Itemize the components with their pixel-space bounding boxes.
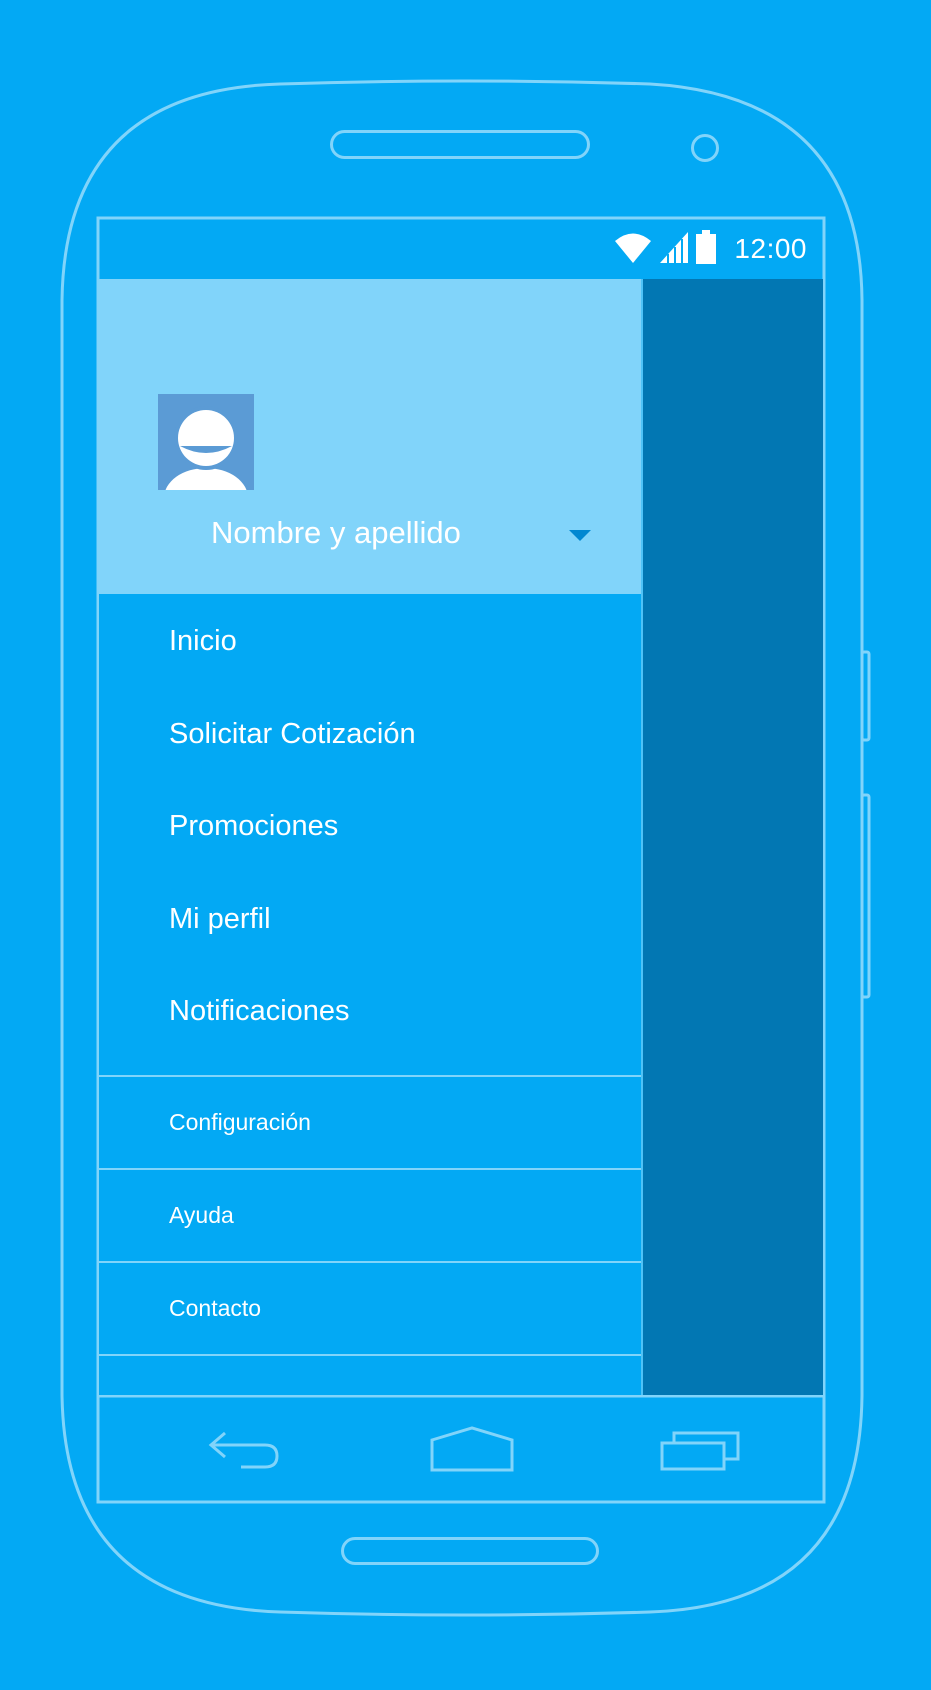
nav-item-contacto[interactable]: Contacto [99,1263,641,1356]
caret-down-icon[interactable] [569,530,591,541]
nav-item-configuracion[interactable]: Configuración [99,1077,641,1170]
home-icon[interactable] [412,1397,532,1500]
nav-item-label: Configuración [169,1109,311,1135]
nav-item-promociones[interactable]: Promociones [99,781,641,874]
signal-icon [658,230,690,269]
navigation-drawer: Nombre y apellido Inicio Solicitar Cotiz… [99,279,643,1395]
nav-item-ayuda[interactable]: Ayuda [99,1170,641,1263]
status-time: 12:00 [734,233,807,264]
primary-nav: Inicio Solicitar Cotización Promociones … [99,594,641,1077]
wifi-icon [614,230,652,269]
nav-item-label: Solicitar Cotización [169,717,416,750]
nav-item-label: Inicio [169,624,237,657]
status-icons: 12:00 [614,219,807,279]
recents-icon[interactable] [640,1397,760,1500]
screen: Nombre y apellido Inicio Solicitar Cotiz… [99,279,823,1395]
bottom-speaker [341,1537,599,1565]
nav-item-label: Contacto [169,1295,262,1321]
nav-item-label: Mi perfil [169,902,271,935]
battery-icon [696,229,717,269]
nav-item-inicio[interactable]: Inicio [99,594,641,688]
avatar-icon[interactable] [158,394,254,490]
earpiece [330,130,590,159]
nav-item-notificaciones[interactable]: Notificaciones [99,966,641,1059]
system-nav-bar [99,1397,823,1500]
back-icon[interactable] [183,1397,303,1500]
front-camera [691,134,719,162]
account-name[interactable]: Nombre y apellido [211,515,461,551]
nav-item-solicitar-cotizacion[interactable]: Solicitar Cotización [99,688,641,781]
nav-item-label: Promociones [169,810,339,843]
nav-item-label: Ayuda [169,1202,234,1228]
secondary-nav: Configuración Ayuda Contacto [99,1077,641,1356]
drawer-header: Nombre y apellido [99,279,641,594]
nav-item-mi-perfil[interactable]: Mi perfil [99,873,641,966]
status-bar: 12:00 [99,219,823,279]
nav-item-label: Notificaciones [169,995,350,1028]
drawer-scrim[interactable] [643,279,823,1395]
